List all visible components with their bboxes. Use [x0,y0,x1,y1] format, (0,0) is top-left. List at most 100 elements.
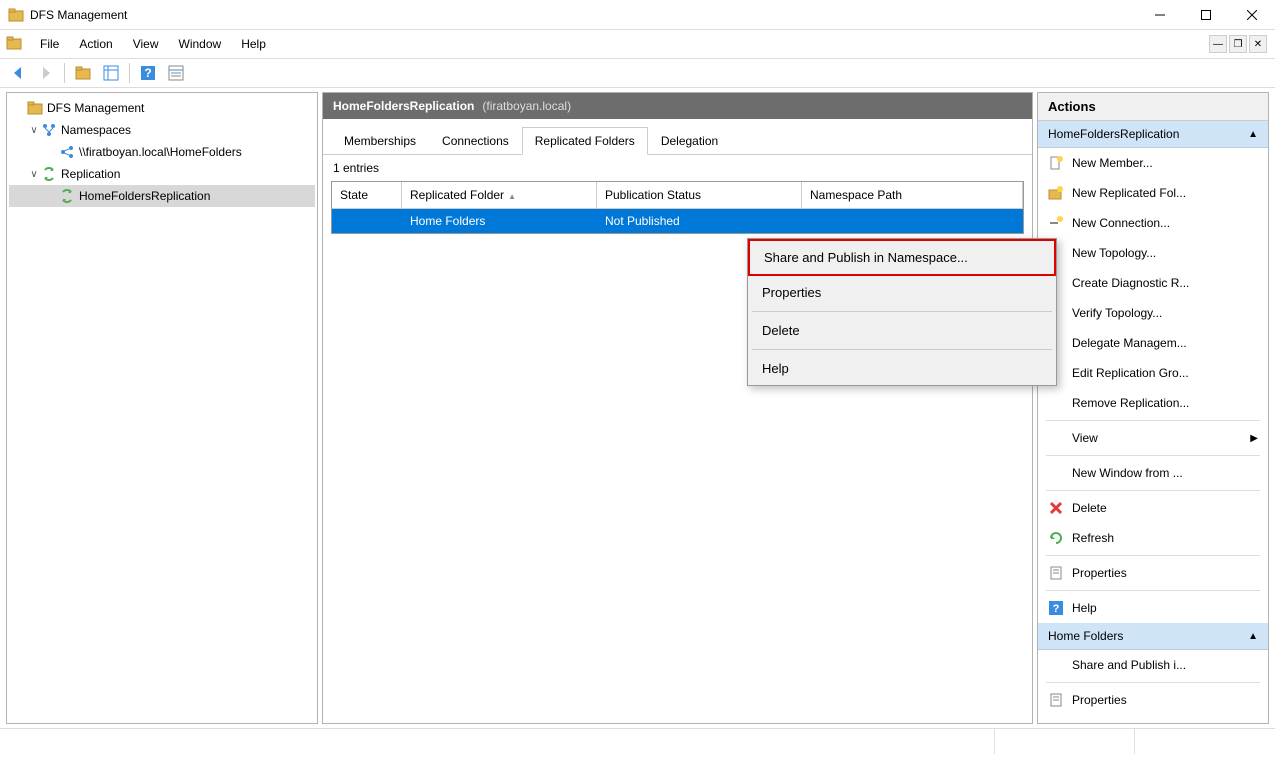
grid-header: State Replicated Folder▲ Publication Sta… [332,182,1023,209]
status-cell [1135,729,1275,754]
action-new-member[interactable]: New Member... [1038,148,1268,178]
help-toolbar-button[interactable]: ? [136,61,160,85]
tab-memberships[interactable]: Memberships [331,127,429,154]
help-icon: ? [1048,600,1064,616]
replicated-folders-grid[interactable]: State Replicated Folder▲ Publication Sta… [331,181,1024,234]
column-state[interactable]: State [332,182,402,208]
expand-icon[interactable]: ∨ [27,125,41,136]
mdi-close-button[interactable]: ✕ [1249,35,1267,53]
action-new-connection[interactable]: New Connection... [1038,208,1268,238]
menu-window[interactable]: Window [169,33,232,55]
replication-group-icon [59,188,75,204]
maximize-button[interactable] [1183,0,1229,30]
actions-section-homefolders[interactable]: Home Folders▲ [1038,623,1268,650]
actions-section-replication[interactable]: HomeFoldersReplication▲ [1038,121,1268,148]
list-button[interactable] [164,61,188,85]
submenu-arrow-icon: ▶ [1250,433,1258,444]
menu-file[interactable]: File [30,33,69,55]
action-new-window[interactable]: New Window from ... [1038,458,1268,488]
action-create-diagnostic[interactable]: Create Diagnostic R... [1038,268,1268,298]
tab-replicated-folders[interactable]: Replicated Folders [522,127,648,155]
menu-action[interactable]: Action [69,33,122,55]
tree-root[interactable]: DFS Management [9,97,315,119]
remove-icon [1048,395,1064,411]
action-delegate-management[interactable]: Delegate Managem... [1038,328,1268,358]
dfs-icon [27,100,43,116]
column-replicated-folder[interactable]: Replicated Folder▲ [402,182,597,208]
tree-root-label: DFS Management [47,101,144,115]
new-member-icon [1048,155,1064,171]
sort-asc-icon: ▲ [508,192,516,201]
svg-text:?: ? [1053,603,1060,615]
mdi-restore-button[interactable]: ❐ [1229,35,1247,53]
menu-help[interactable]: Help [231,33,276,55]
action-verify-topology[interactable]: Verify Topology... [1038,298,1268,328]
tree-namespace-path-label: \\firatboyan.local\HomeFolders [79,145,242,159]
namespace-icon [41,122,57,138]
action-remove-replication[interactable]: Remove Replication... [1038,388,1268,418]
title-bar: DFS Management [0,0,1275,30]
forward-button[interactable] [34,61,58,85]
share-icon [59,144,75,160]
action-help[interactable]: ?Help [1038,593,1268,623]
column-publication-status[interactable]: Publication Status [597,182,802,208]
status-cell [995,729,1135,754]
app-icon [8,7,24,23]
context-menu: Share and Publish in Namespace... Proper… [747,238,1057,386]
action-share-publish[interactable]: Share and Publish i... [1038,650,1268,680]
collapse-icon: ▲ [1248,129,1258,140]
tree-namespace-path[interactable]: \\firatboyan.local\HomeFolders [9,141,315,163]
expand-icon[interactable]: ∨ [27,169,41,180]
tree-replication-group-label: HomeFoldersReplication [79,189,210,203]
cell-folder: Home Folders [402,214,597,228]
workspace: DFS Management ∨ Namespaces \\firatboyan… [0,88,1275,728]
entries-count: 1 entries [323,155,1032,181]
collapse-icon: ▲ [1248,631,1258,642]
actions-panel: Actions HomeFoldersReplication▲ New Memb… [1037,92,1269,724]
tree-namespaces[interactable]: ∨ Namespaces [9,119,315,141]
close-button[interactable] [1229,0,1275,30]
action-new-topology[interactable]: New Topology... [1038,238,1268,268]
menu-view[interactable]: View [123,33,169,55]
tree-replication-group[interactable]: HomeFoldersReplication [9,185,315,207]
context-delete[interactable]: Delete [748,314,1056,347]
tab-delegation[interactable]: Delegation [648,127,731,154]
action-hf-properties[interactable]: Properties [1038,685,1268,715]
refresh-icon [1048,530,1064,546]
action-new-replicated-folder[interactable]: New Replicated Fol... [1038,178,1268,208]
minimize-button[interactable] [1137,0,1183,30]
toolbar: ? [0,58,1275,88]
menu-bar: File Action View Window Help — ❐ ✕ [0,30,1275,58]
folder-button[interactable] [71,61,95,85]
context-properties[interactable]: Properties [748,276,1056,309]
status-bar [0,728,1275,754]
svg-text:?: ? [144,66,151,80]
window-controls [1137,0,1275,30]
column-namespace-path[interactable]: Namespace Path [802,182,1023,208]
properties-icon [1048,565,1064,581]
main-header: HomeFoldersReplication (firatboyan.local… [323,93,1032,119]
action-view[interactable]: View▶ [1038,423,1268,453]
action-refresh[interactable]: Refresh [1038,523,1268,553]
delete-icon [1048,500,1064,516]
status-cell [0,729,995,754]
new-connection-icon [1048,215,1064,231]
action-edit-replication-group[interactable]: Edit Replication Gro... [1038,358,1268,388]
context-share-publish[interactable]: Share and Publish in Namespace... [748,239,1056,276]
context-divider [752,311,1052,312]
action-delete[interactable]: Delete [1038,493,1268,523]
actions-header: Actions [1038,93,1268,121]
main-panel: HomeFoldersReplication (firatboyan.local… [322,92,1033,724]
navigation-tree[interactable]: DFS Management ∨ Namespaces \\firatboyan… [6,92,318,724]
mdi-controls: — ❐ ✕ [1209,35,1271,53]
tab-connections[interactable]: Connections [429,127,522,154]
tree-replication[interactable]: ∨ Replication [9,163,315,185]
back-button[interactable] [6,61,30,85]
grid-row[interactable]: Home Folders Not Published [332,209,1023,233]
details-button[interactable] [99,61,123,85]
tree-replication-label: Replication [61,167,120,181]
context-help[interactable]: Help [748,352,1056,385]
action-properties[interactable]: Properties [1038,558,1268,588]
main-header-sub: (firatboyan.local) [482,99,571,113]
mdi-minimize-button[interactable]: — [1209,35,1227,53]
